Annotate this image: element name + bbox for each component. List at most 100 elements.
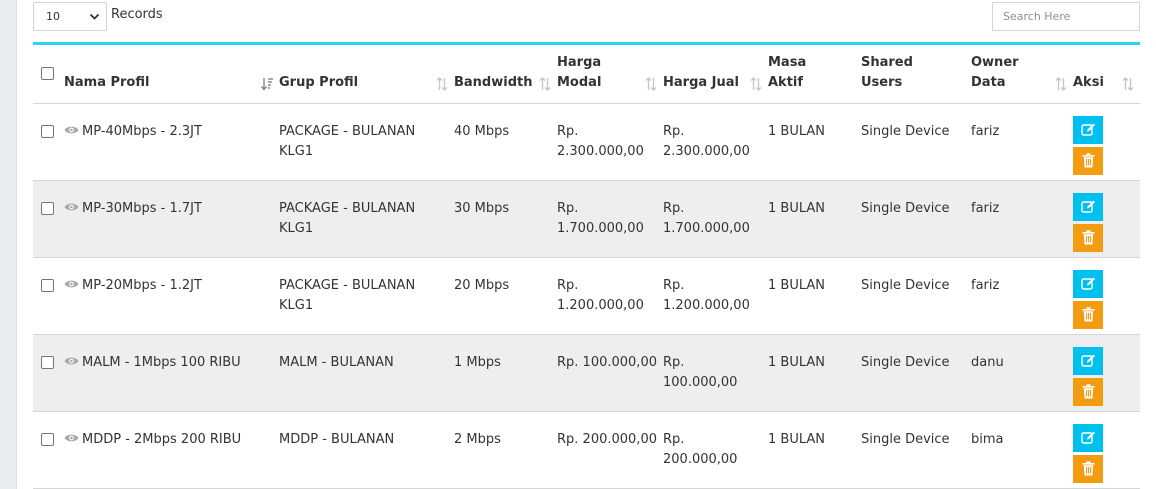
edit-button[interactable] [1073,346,1103,375]
eye-icon[interactable] [64,125,79,135]
sort-desc-icon [261,77,273,91]
column-harga-jual[interactable]: Harga Jual [663,45,768,104]
profile-name: MP-40Mbps - 2.3JT [82,123,202,139]
records-label: Records [111,7,163,22]
cell-bandwidth: 20 Mbps [454,257,557,335]
edit-icon [1080,354,1095,367]
delete-button[interactable] [1073,146,1103,175]
column-aksi[interactable]: Aksi [1073,45,1140,104]
profile-table: Nama Profil Grup Profil Bandwidth Harga … [33,42,1140,489]
table-header-row: Nama Profil Grup Profil Bandwidth Harga … [33,45,1140,104]
cell-shared-users: Single Device [861,334,971,412]
column-harga-modal[interactable]: Harga Modal [557,45,663,104]
select-all-checkbox[interactable] [41,66,54,80]
profile-name: MDDP - 2Mbps 200 RIBU [82,431,242,447]
column-nama-profil[interactable]: Nama Profil [64,45,279,104]
profile-name: MP-20Mbps - 1.2JT [82,277,202,293]
delete-button[interactable] [1073,223,1103,252]
column-label: Shared Users [861,54,913,90]
cell-masa-aktif: 1 BULAN [768,334,861,412]
cell-masa-aktif: 1 BULAN [768,257,861,335]
eye-icon[interactable] [64,433,79,443]
cell-shared-users: Single Device [861,411,971,489]
cell-owner-data: bima [971,411,1073,489]
cell-nama-profil: MALM - 1Mbps 100 RIBU [64,334,279,412]
cell-harga-modal: Rp. 100.000,00 [557,334,663,412]
column-label: Bandwidth [454,74,533,90]
cell-owner-data: fariz [971,257,1073,335]
column-owner-data[interactable]: Owner Data [971,45,1073,104]
table-row: MP-20Mbps - 1.2JT PACKAGE - BULANAN KLG1… [33,257,1140,335]
cell-nama-profil: MP-30Mbps - 1.7JT [64,180,279,258]
delete-button[interactable] [1073,300,1103,329]
cell-harga-jual: Rp. 1.200.000,00 [663,257,768,335]
sidebar-edge [0,0,17,489]
cell-harga-jual: Rp. 1.700.000,00 [663,180,768,258]
column-label: Aksi [1073,74,1104,90]
cell-grup-profil: PACKAGE - BULANAN KLG1 [279,257,454,335]
table-row: MALM - 1Mbps 100 RIBU MALM - BULANAN 1 M… [33,334,1140,412]
sort-icon [645,76,657,91]
row-checkbox[interactable] [41,355,54,369]
cell-bandwidth: 40 Mbps [454,103,557,181]
column-masa-aktif[interactable]: Masa Aktif [768,45,861,104]
delete-button[interactable] [1073,454,1103,483]
edit-icon [1080,277,1095,290]
cell-shared-users: Single Device [861,257,971,335]
column-label: Masa Aktif [768,54,807,90]
column-label: Nama Profil [64,74,150,90]
cell-aksi [1073,411,1140,489]
column-label: Harga Jual [663,74,739,90]
cell-harga-modal: Rp. 1.200.000,00 [557,257,663,335]
cell-harga-modal: Rp. 1.700.000,00 [557,180,663,258]
edit-button[interactable] [1073,115,1103,144]
cell-grup-profil: PACKAGE - BULANAN KLG1 [279,180,454,258]
row-select-cell [33,180,64,258]
cell-grup-profil: MALM - BULANAN [279,334,454,412]
cell-owner-data: fariz [971,180,1073,258]
delete-button[interactable] [1073,377,1103,406]
page-size-select[interactable]: 10 [33,2,107,31]
column-grup-profil[interactable]: Grup Profil [279,45,454,104]
cell-aksi [1073,180,1140,258]
eye-icon[interactable] [64,202,79,212]
eye-icon[interactable] [64,356,79,366]
cell-owner-data: danu [971,334,1073,412]
trash-icon [1082,461,1094,476]
cell-nama-profil: MDDP - 2Mbps 200 RIBU [64,411,279,489]
row-checkbox[interactable] [41,432,54,446]
cell-masa-aktif: 1 BULAN [768,180,861,258]
cell-harga-modal: Rp. 200.000,00 [557,411,663,489]
cell-shared-users: Single Device [861,180,971,258]
cell-harga-jual: Rp. 200.000,00 [663,411,768,489]
cell-bandwidth: 2 Mbps [454,411,557,489]
cell-bandwidth: 30 Mbps [454,180,557,258]
edit-button[interactable] [1073,192,1103,221]
edit-button[interactable] [1073,269,1103,298]
trash-icon [1082,230,1094,245]
eye-icon[interactable] [64,279,79,289]
table-row: MP-30Mbps - 1.7JT PACKAGE - BULANAN KLG1… [33,180,1140,258]
cell-aksi [1073,257,1140,335]
sort-icon [1055,76,1067,91]
row-checkbox[interactable] [41,278,54,292]
row-checkbox[interactable] [41,201,54,215]
sort-icon [750,76,762,91]
cell-masa-aktif: 1 BULAN [768,103,861,181]
chevron-down-icon [89,13,100,20]
cell-nama-profil: MP-20Mbps - 1.2JT [64,257,279,335]
cell-masa-aktif: 1 BULAN [768,411,861,489]
cell-aksi [1073,103,1140,181]
cell-harga-modal: Rp. 2.300.000,00 [557,103,663,181]
cell-grup-profil: MDDP - BULANAN [279,411,454,489]
search-input[interactable] [992,2,1140,31]
column-bandwidth[interactable]: Bandwidth [454,45,557,104]
profile-name: MP-30Mbps - 1.7JT [82,200,202,216]
column-shared-users[interactable]: Shared Users [861,45,971,104]
table-body: MP-40Mbps - 2.3JT PACKAGE - BULANAN KLG1… [33,103,1140,489]
row-checkbox[interactable] [41,124,54,138]
select-all-header [33,45,64,104]
sort-icon [1122,76,1134,91]
edit-button[interactable] [1073,423,1103,452]
cell-aksi [1073,334,1140,412]
